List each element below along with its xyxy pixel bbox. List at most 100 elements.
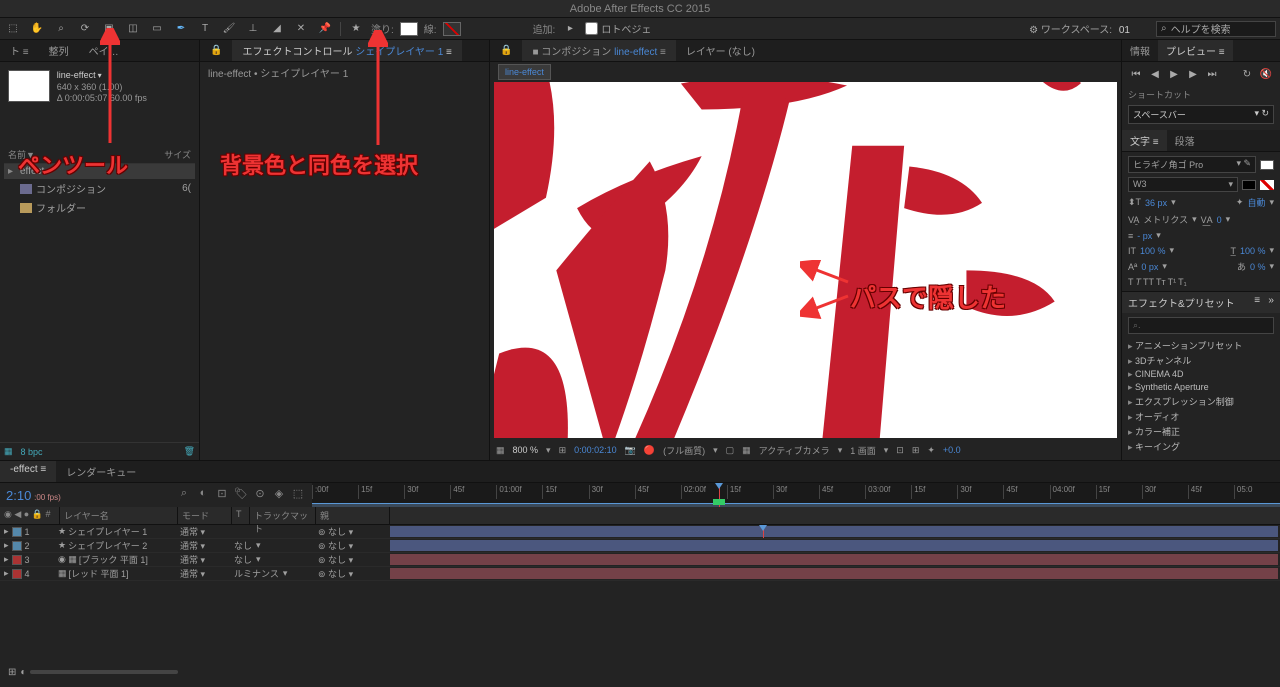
rotobezier-checkbox[interactable] [585,22,598,35]
brush-tool-icon[interactable]: 🖌 [220,20,238,38]
bold-icon[interactable]: T [1128,277,1134,287]
character-tab[interactable]: 文字 ≡ [1122,130,1167,151]
comp-thumbnail[interactable] [8,70,50,102]
comp-lock-icon[interactable]: 🔒 [490,42,522,59]
lock-icon[interactable]: 🔒 [200,42,232,59]
camera-tool-icon[interactable]: ▣ [100,20,118,38]
misc-icon[interactable]: ⊡ [896,445,904,456]
eraser-tool-icon[interactable]: ◢ [268,20,286,38]
project-item-effect[interactable]: ▸ effect [4,164,195,179]
snapshot-icon[interactable]: 📷 [625,445,636,456]
puppet-tool-icon[interactable]: 📌 [316,20,334,38]
next-frame-icon[interactable]: ▶ [1185,66,1201,82]
stroke-black-chip[interactable] [1242,180,1256,190]
fx-item[interactable]: オーディオ [1122,409,1280,424]
shape-tool-icon[interactable]: ▭ [148,20,166,38]
layer-tab[interactable]: レイヤー (なし) [676,40,765,61]
paragraph-tab[interactable]: 段落 [1167,130,1203,151]
tsume[interactable]: 0 % [1250,262,1266,272]
baseline[interactable]: 0 px [1141,262,1158,272]
grid-icon[interactable]: ⊞ [559,445,567,456]
transparent-icon[interactable]: ▦ [742,445,751,456]
vscale[interactable]: 100 % [1140,246,1166,256]
stroke-none-chip[interactable] [1260,180,1274,190]
help-search[interactable]: ⌕ ヘルプを検索 [1156,21,1276,37]
tracking[interactable]: 0 [1217,215,1222,225]
hand-tool-icon[interactable]: ✋ [28,20,46,38]
timeline-comp-tab[interactable]: -effect ≡ [0,461,56,482]
prev-frame-icon[interactable]: ◀ [1147,66,1163,82]
caps-icon[interactable]: TT [1143,277,1154,287]
leading[interactable]: 自動 [1247,196,1265,209]
bpc-button[interactable]: 8 bpc [21,447,43,457]
effects-search[interactable]: ⌕. [1128,317,1274,334]
rotate-tool-icon[interactable]: ⟳ [76,20,94,38]
comp-name[interactable]: line-effect [57,70,102,80]
tl-icon[interactable]: ⬚ [290,487,306,503]
current-time[interactable]: 0:00:02:10 [574,445,617,455]
layer-row[interactable]: ▸4 ▦ [レッド 平面 1] 通常 ▾ ルミナンス ▾ ⊚ なし ▾ [0,567,1280,581]
stroke-width[interactable]: - px [1137,231,1152,241]
mask-toggle-icon[interactable]: ▦ [496,445,505,456]
interp-icon[interactable]: ▦ [4,446,13,457]
misc-icon-2[interactable]: ⊞ [912,445,920,456]
render-queue-tab[interactable]: レンダーキュー [56,461,146,482]
shortcut-dropdown[interactable]: スペースバー▾ ↻ [1128,105,1274,124]
search-icon[interactable]: ⌕ [176,487,192,503]
label-color[interactable] [12,541,22,551]
type-tool-icon[interactable]: T [196,20,214,38]
stroke-swatch[interactable] [443,22,461,36]
channel-icon[interactable]: 🔴 [644,445,655,456]
camera-dropdown[interactable]: アクティブカメラ [759,444,830,457]
fx-item[interactable]: エクスプレッション制御 [1122,394,1280,409]
star-icon[interactable]: ★ [347,20,365,38]
workspace-value[interactable]: 01 [1119,25,1130,36]
preview-tab[interactable]: プレビュー ≡ [1158,40,1233,61]
label-color[interactable] [12,555,22,565]
exposure[interactable]: +0.0 [943,445,961,455]
last-frame-icon[interactable]: ⏭ [1204,66,1220,82]
tl-icon[interactable]: ⊙ [252,487,268,503]
pen-tool-icon[interactable]: ✒ [172,20,190,38]
font-weight-dropdown[interactable]: W3▾ [1128,177,1238,192]
col-size[interactable]: サイズ [164,148,191,161]
tl-icon[interactable]: ◈ [271,487,287,503]
fill-color-chip[interactable] [1260,160,1274,170]
tl-icon[interactable]: ◐ [195,487,211,503]
layer-row[interactable]: ▸1 ★ シェイプレイヤー 1 通常 ▾ ⊚ なし ▾ [0,525,1280,539]
info-tab[interactable]: 情報 [1122,40,1158,61]
selection-tool-icon[interactable]: ⬚ [4,20,22,38]
project-item-folder[interactable]: フォルダー [4,198,195,217]
settings-icon[interactable]: ⚙ [1029,25,1038,36]
font-family-dropdown[interactable]: ヒラギノ角ゴ Pro▾ ✎ [1128,156,1256,173]
kerning[interactable]: メトリクス [1143,213,1188,226]
marker[interactable] [713,499,725,505]
hscale[interactable]: 100 % [1240,246,1266,256]
play-icon[interactable]: ▶ [1166,66,1182,82]
fill-swatch[interactable] [400,22,418,36]
paint-tab[interactable]: ペイ… [79,40,129,61]
roto-tool-icon[interactable]: ✕ [292,20,310,38]
label-color[interactable] [12,569,22,579]
project-item-comp[interactable]: コンポジション 6( [4,179,195,198]
mute-icon[interactable]: 🔇 [1258,66,1274,82]
label-color[interactable] [12,527,22,537]
subscript-icon[interactable]: T₁ [1178,277,1187,287]
view-dropdown[interactable]: 1 画面 [850,444,876,457]
comp-nested-tab[interactable]: line-effect [498,64,551,80]
toggle-switches-icon[interactable]: ⊞ [8,667,16,678]
roi-icon[interactable]: ▢ [726,445,735,456]
col-name[interactable]: 名前▼ [8,148,164,161]
font-size[interactable]: 36 px [1145,198,1167,208]
effects-presets-header[interactable]: エフェクト&プリセット≡ » [1122,291,1280,313]
clone-tool-icon[interactable]: ⊥ [244,20,262,38]
misc-icon-3[interactable]: ✦ [927,445,935,456]
fx-item[interactable]: アニメーションプリセット [1122,338,1280,353]
tl-icon[interactable]: ⊡ [214,487,230,503]
composition-viewer[interactable] [494,82,1117,438]
pan-behind-tool-icon[interactable]: ◫ [124,20,142,38]
zoom-tool-icon[interactable]: ⌕ [52,20,70,38]
effect-controls-tab[interactable]: エフェクトコントロール シェイプレイヤー 1 ≡ [232,40,461,61]
layer-row[interactable]: ▸3 ◉ ▦ [ブラック 平面 1] 通常 ▾ なし ▾ ⊚ なし ▾ [0,553,1280,567]
smallcaps-icon[interactable]: Tᴛ [1156,277,1166,287]
